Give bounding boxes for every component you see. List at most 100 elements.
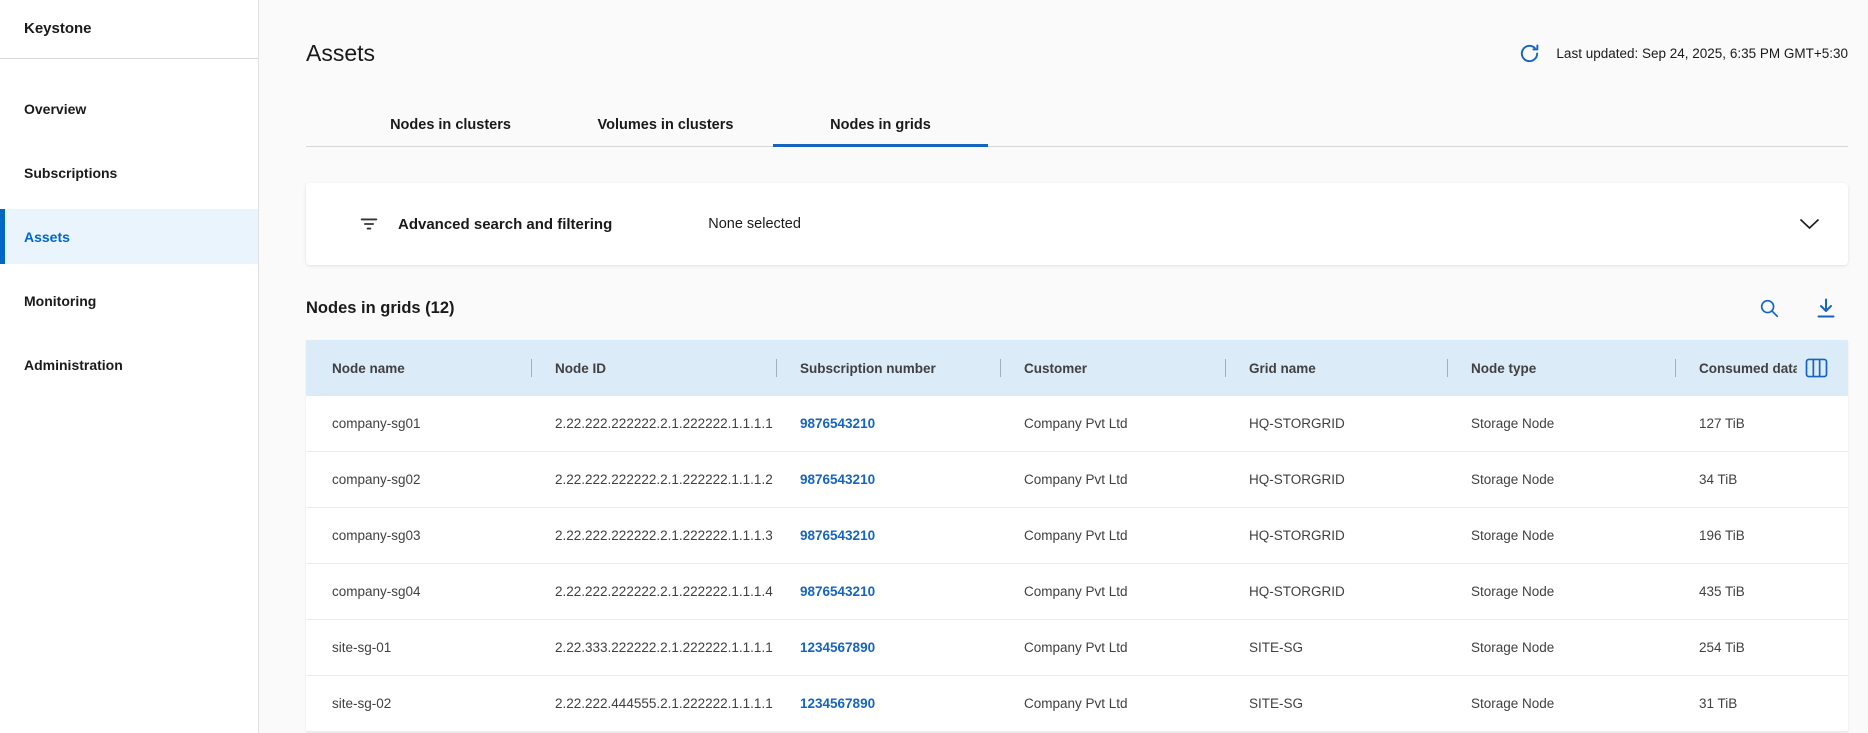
advanced-search-panel[interactable]: Advanced search and filtering None selec…: [306, 183, 1848, 265]
sidebar-item-monitoring[interactable]: Monitoring: [0, 273, 258, 328]
cell-node-name: company-sg02: [306, 472, 531, 487]
columns-settings-icon[interactable]: [1805, 358, 1828, 378]
last-updated-text: Last updated: Sep 24, 2025, 6:35 PM GMT+…: [1556, 46, 1848, 61]
sidebar-item-label: Monitoring: [24, 293, 96, 309]
cell-node-type: Storage Node: [1447, 584, 1675, 599]
table-body: company-sg012.22.222.222222.2.1.222222.1…: [306, 396, 1848, 732]
sidebar: Keystone Overview Subscriptions Assets Moni…: [0, 0, 259, 733]
cell-node-id: 2.22.222.222222.2.1.222222.1.1.1.4: [531, 584, 776, 599]
sidebar-item-administration[interactable]: Administration: [0, 337, 258, 392]
column-header-label: Node ID: [555, 361, 606, 376]
cell-node-name: company-sg04: [306, 584, 531, 599]
cell-grid-name: HQ-STORGRID: [1225, 528, 1447, 543]
tab-label: Nodes in clusters: [390, 117, 511, 133]
main-content: Assets Last updated: Sep 24, 2025, 6:35 …: [259, 0, 1868, 733]
cell-customer: Company Pvt Ltd: [1000, 640, 1225, 655]
column-header-customer: Customer: [1000, 340, 1225, 396]
column-header-label: Consumed data ca: [1699, 361, 1797, 376]
table-row: site-sg-012.22.333.222222.2.1.222222.1.1…: [306, 620, 1848, 676]
sidebar-item-subscriptions[interactable]: Subscriptions: [0, 145, 258, 200]
cell-consumed: 196 TiB: [1675, 528, 1848, 543]
sidebar-item-label: Assets: [24, 229, 70, 245]
table-section-header: Nodes in grids (12): [306, 292, 1848, 324]
cell-consumed: 31 TiB: [1675, 696, 1848, 711]
filter-label: Advanced search and filtering: [398, 216, 612, 233]
column-header-node-type: Node type: [1447, 340, 1675, 396]
cell-grid-name: SITE-SG: [1225, 640, 1447, 655]
search-icon[interactable]: [1758, 297, 1780, 319]
sidebar-item-label: Administration: [24, 357, 123, 373]
cell-node-type: Storage Node: [1447, 528, 1675, 543]
cell-node-type: Storage Node: [1447, 696, 1675, 711]
cell-node-id: 2.22.222.222222.2.1.222222.1.1.1.1: [531, 416, 776, 431]
cell-grid-name: HQ-STORGRID: [1225, 416, 1447, 431]
column-header-label: Node name: [332, 361, 405, 376]
cell-grid-name: SITE-SG: [1225, 696, 1447, 711]
subscription-link[interactable]: 9876543210: [776, 528, 1000, 543]
tab-volumes-in-clusters[interactable]: Volumes in clusters: [558, 104, 773, 146]
app-title: Keystone: [0, 0, 258, 42]
cell-node-name: company-sg03: [306, 528, 531, 543]
cell-customer: Company Pvt Ltd: [1000, 472, 1225, 487]
refresh-icon[interactable]: [1518, 42, 1541, 65]
cell-customer: Company Pvt Ltd: [1000, 416, 1225, 431]
subscription-link[interactable]: 1234567890: [776, 696, 1000, 711]
tab-nodes-in-clusters[interactable]: Nodes in clusters: [343, 104, 558, 146]
sidebar-nav: Overview Subscriptions Assets Monitoring Adm…: [0, 81, 258, 392]
table-row: company-sg032.22.222.222222.2.1.222222.1…: [306, 508, 1848, 564]
cell-customer: Company Pvt Ltd: [1000, 696, 1225, 711]
filter-selection: None selected: [708, 216, 801, 232]
tab-bar: Nodes in clusters Volumes in clusters Node…: [306, 104, 1848, 147]
table-actions: [1758, 296, 1838, 320]
cell-node-type: Storage Node: [1447, 416, 1675, 431]
column-header-grid-name: Grid name: [1225, 340, 1447, 396]
app-root: Keystone Overview Subscriptions Assets Moni…: [0, 0, 1868, 733]
cell-grid-name: HQ-STORGRID: [1225, 584, 1447, 599]
cell-consumed: 435 TiB: [1675, 584, 1848, 599]
download-icon[interactable]: [1814, 296, 1838, 320]
column-header-node-name: Node name: [306, 340, 531, 396]
column-header-label: Subscription number: [800, 361, 936, 376]
last-updated: Last updated: Sep 24, 2025, 6:35 PM GMT+…: [1518, 42, 1848, 65]
sidebar-item-assets[interactable]: Assets: [0, 209, 258, 264]
table-row: company-sg012.22.222.222222.2.1.222222.1…: [306, 396, 1848, 452]
cell-node-id: 2.22.222.222222.2.1.222222.1.1.1.2: [531, 472, 776, 487]
subscription-link[interactable]: 1234567890: [776, 640, 1000, 655]
sidebar-item-label: Subscriptions: [24, 165, 117, 181]
column-header-consumed-data-ca: Consumed data ca: [1675, 340, 1848, 396]
cell-consumed: 254 TiB: [1675, 640, 1848, 655]
subscription-link[interactable]: 9876543210: [776, 584, 1000, 599]
cell-grid-name: HQ-STORGRID: [1225, 472, 1447, 487]
tab-label: Nodes in grids: [830, 117, 931, 133]
table-row: site-sg-022.22.222.444555.2.1.222222.1.1…: [306, 676, 1848, 732]
table-title: Nodes in grids (12): [306, 299, 455, 318]
cell-node-type: Storage Node: [1447, 640, 1675, 655]
subscription-link[interactable]: 9876543210: [776, 472, 1000, 487]
tab-nodes-in-grids[interactable]: Nodes in grids: [773, 104, 988, 146]
sidebar-item-label: Overview: [24, 101, 86, 117]
filter-icon: [358, 213, 380, 235]
sidebar-divider: [0, 58, 258, 59]
table-row: company-sg022.22.222.222222.2.1.222222.1…: [306, 452, 1848, 508]
cell-node-type: Storage Node: [1447, 472, 1675, 487]
cell-node-id: 2.22.222.222222.2.1.222222.1.1.1.3: [531, 528, 776, 543]
cell-customer: Company Pvt Ltd: [1000, 528, 1225, 543]
page-title: Assets: [306, 40, 375, 67]
column-header-node-id: Node ID: [531, 340, 776, 396]
table-row: company-sg042.22.222.222222.2.1.222222.1…: [306, 564, 1848, 620]
column-header-subscription-number: Subscription number: [776, 340, 1000, 396]
cell-customer: Company Pvt Ltd: [1000, 584, 1225, 599]
column-header-label: Customer: [1024, 361, 1087, 376]
tab-label: Volumes in clusters: [598, 117, 734, 133]
sidebar-item-overview[interactable]: Overview: [0, 81, 258, 136]
subscription-link[interactable]: 9876543210: [776, 416, 1000, 431]
cell-node-id: 2.22.222.444555.2.1.222222.1.1.1.1: [531, 696, 776, 711]
cell-node-id: 2.22.333.222222.2.1.222222.1.1.1.1: [531, 640, 776, 655]
cell-consumed: 34 TiB: [1675, 472, 1848, 487]
cell-node-name: site-sg-01: [306, 640, 531, 655]
cell-node-name: company-sg01: [306, 416, 531, 431]
chevron-down-icon[interactable]: [1799, 218, 1820, 230]
column-header-label: Node type: [1471, 361, 1536, 376]
page-header: Assets Last updated: Sep 24, 2025, 6:35 …: [306, 36, 1848, 70]
cell-consumed: 127 TiB: [1675, 416, 1848, 431]
